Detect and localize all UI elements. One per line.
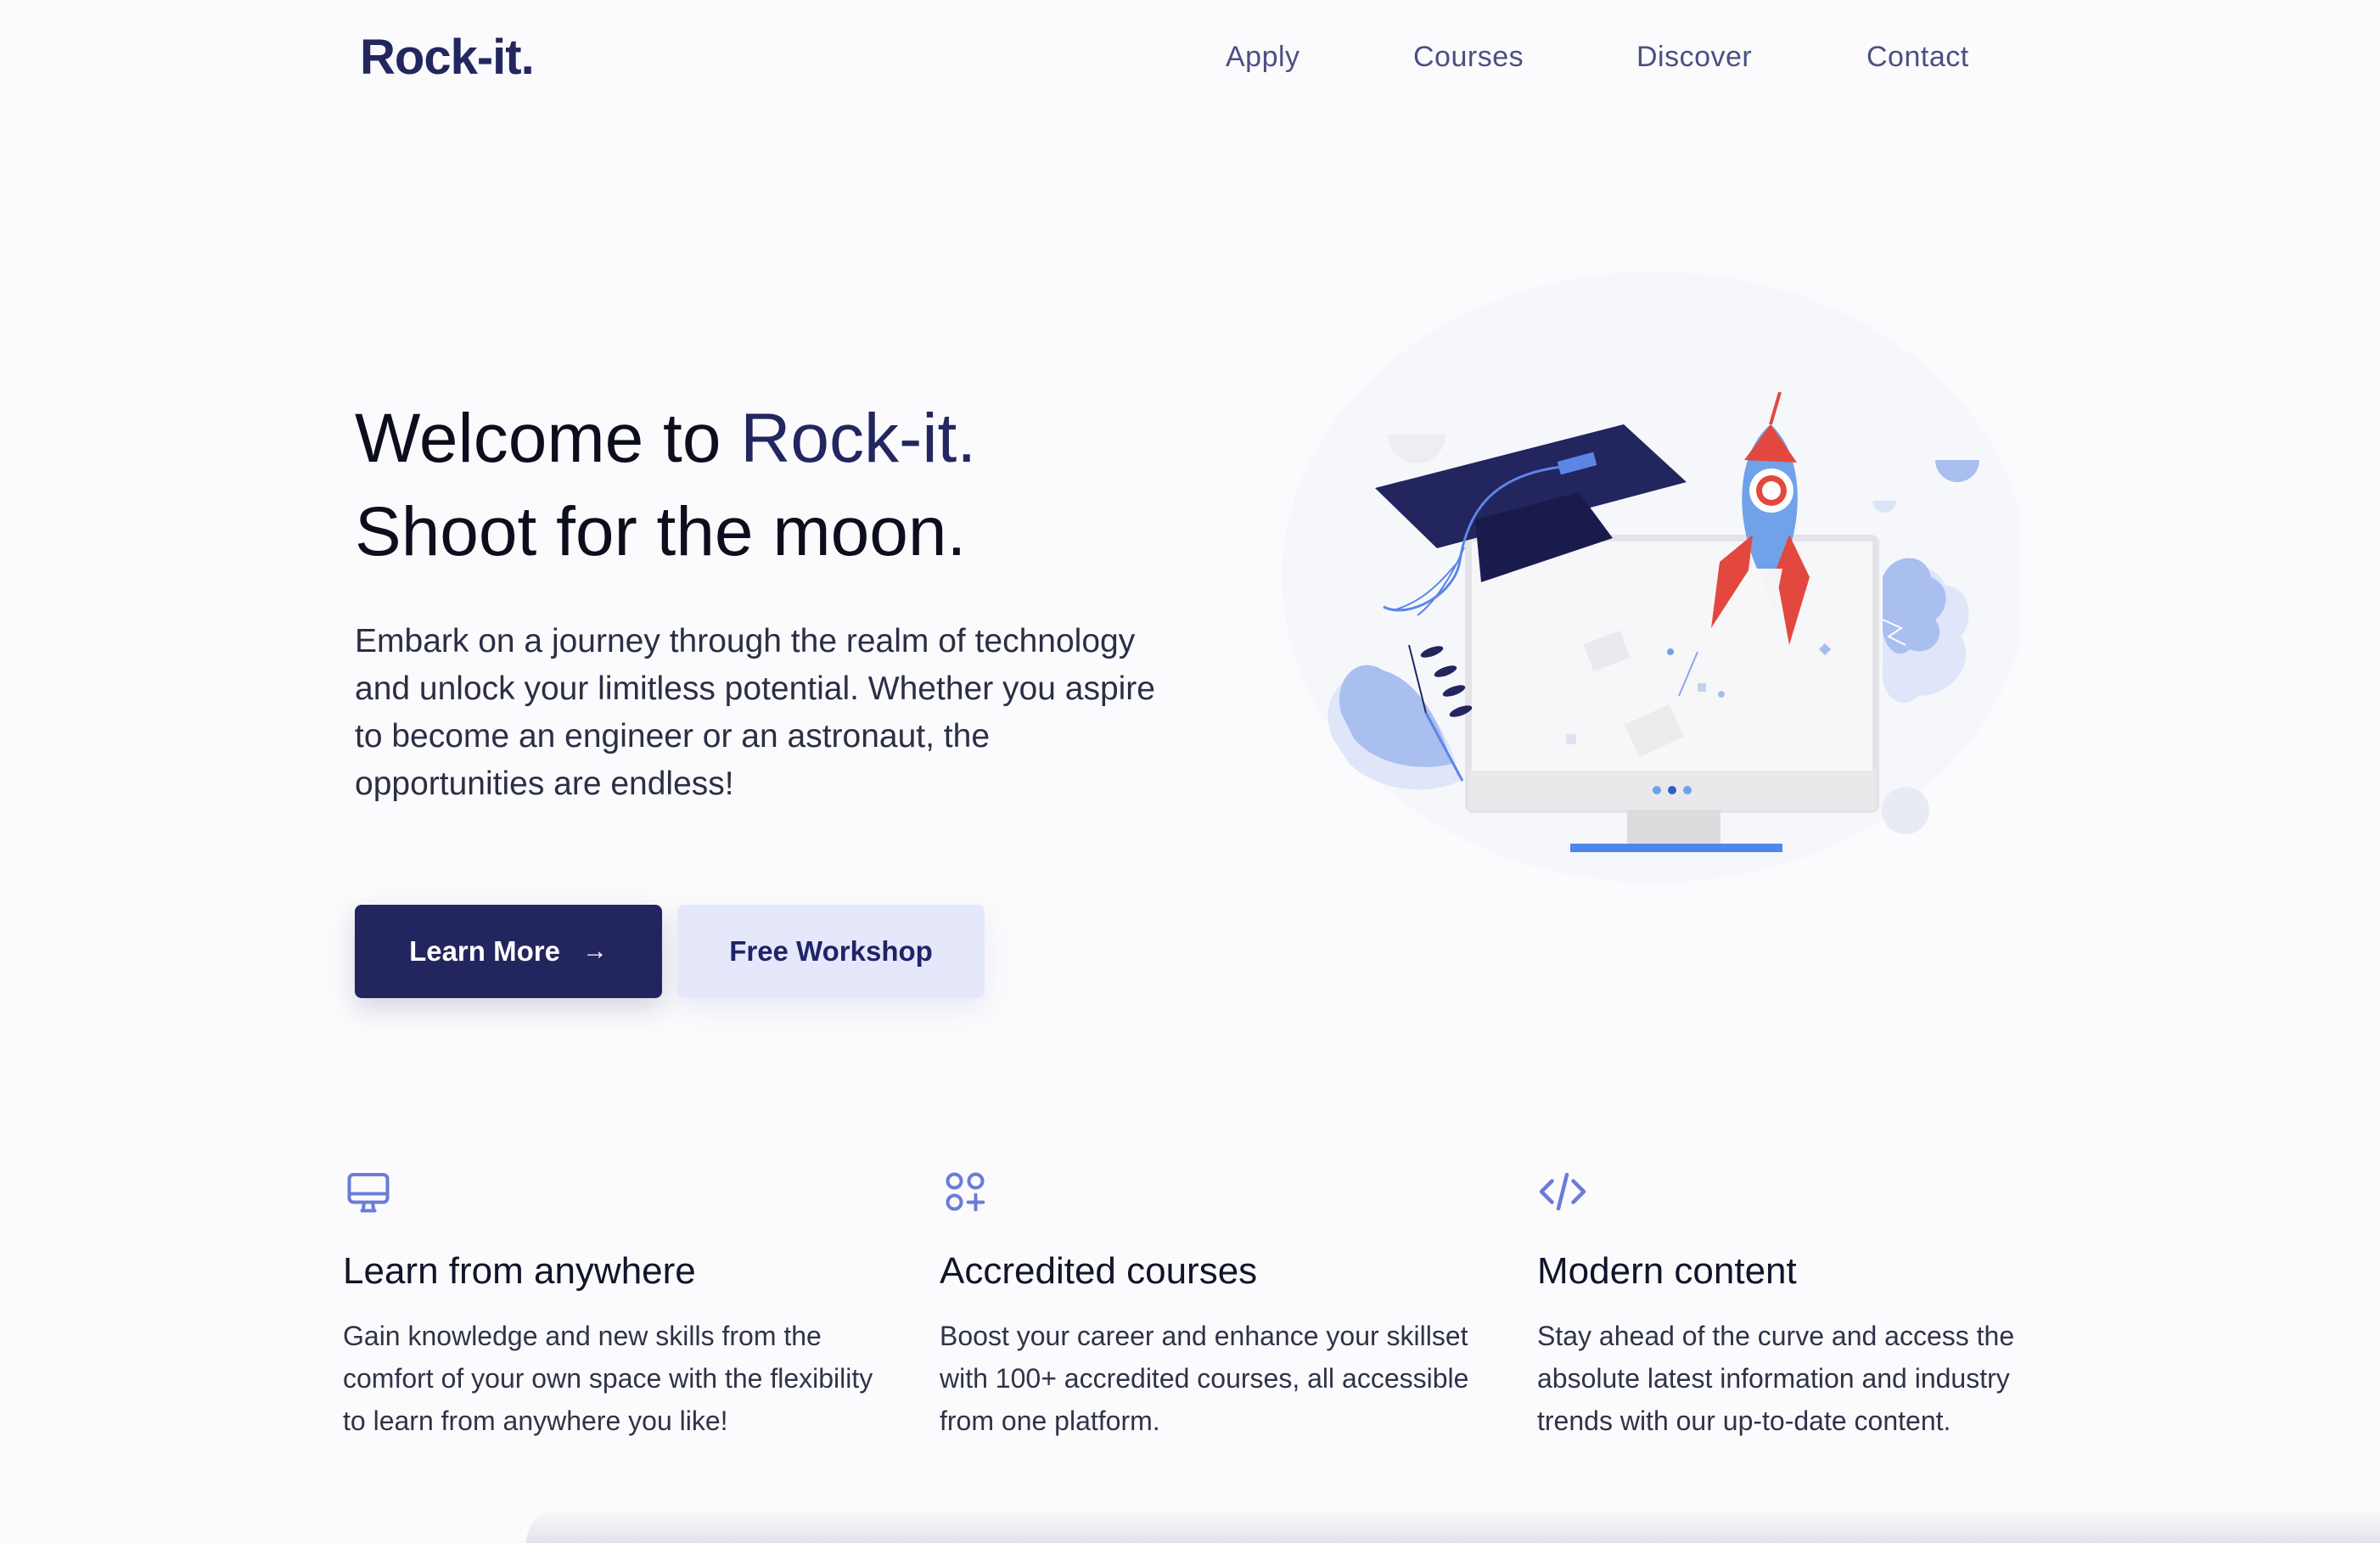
- hero-title-brand: Rock-it.: [740, 400, 977, 477]
- monitor-icon: [347, 1173, 390, 1213]
- feature-modern-content: Modern content Stay ahead of the curve a…: [1537, 1166, 2080, 1442]
- feature-title: Modern content: [1537, 1250, 1797, 1292]
- nav-courses[interactable]: Courses: [1413, 41, 1524, 74]
- learn-more-button[interactable]: Learn More →: [355, 905, 662, 998]
- main-nav: Apply Courses Discover Contact: [0, 41, 2380, 78]
- feature-title: Learn from anywhere: [343, 1250, 696, 1292]
- hero-title: Welcome to Rock-it. Shoot for the moon.: [355, 392, 1204, 579]
- code-icon: [1539, 1172, 1586, 1211]
- site-header: Rock-it. Apply Courses Discover Contact: [0, 0, 2380, 119]
- learn-more-label: Learn More: [409, 935, 560, 967]
- hero-description: Embark on a journey through the realm of…: [355, 623, 1155, 802]
- nav-apply[interactable]: Apply: [1226, 41, 1300, 74]
- hero-title-line2: Shoot for the moon.: [355, 493, 967, 570]
- hero-illustration: [1282, 272, 2020, 883]
- free-workshop-label: Free Workshop: [729, 935, 933, 967]
- hero-title-prefix: Welcome to: [355, 400, 741, 477]
- feature-text: Gain knowledge and new skills from the c…: [343, 1321, 873, 1436]
- feature-accredited-courses: Accredited courses Boost your career and…: [940, 1166, 1483, 1442]
- feature-text: Boost your career and enhance your skill…: [940, 1321, 1469, 1436]
- nav-discover[interactable]: Discover: [1636, 41, 1752, 74]
- arrow-right-icon: →: [581, 937, 608, 965]
- feature-learn-anywhere: Learn from anywhere Gain knowledge and n…: [343, 1166, 886, 1442]
- apps-add-icon: [946, 1172, 985, 1212]
- bottom-section-edge: [526, 1509, 2380, 1543]
- feature-text: Stay ahead of the curve and access the a…: [1537, 1321, 2015, 1436]
- computer-monitor-icon: [1465, 535, 1879, 852]
- feature-title: Accredited courses: [940, 1250, 1258, 1292]
- free-workshop-button[interactable]: Free Workshop: [677, 905, 985, 998]
- nav-contact[interactable]: Contact: [1866, 41, 1969, 74]
